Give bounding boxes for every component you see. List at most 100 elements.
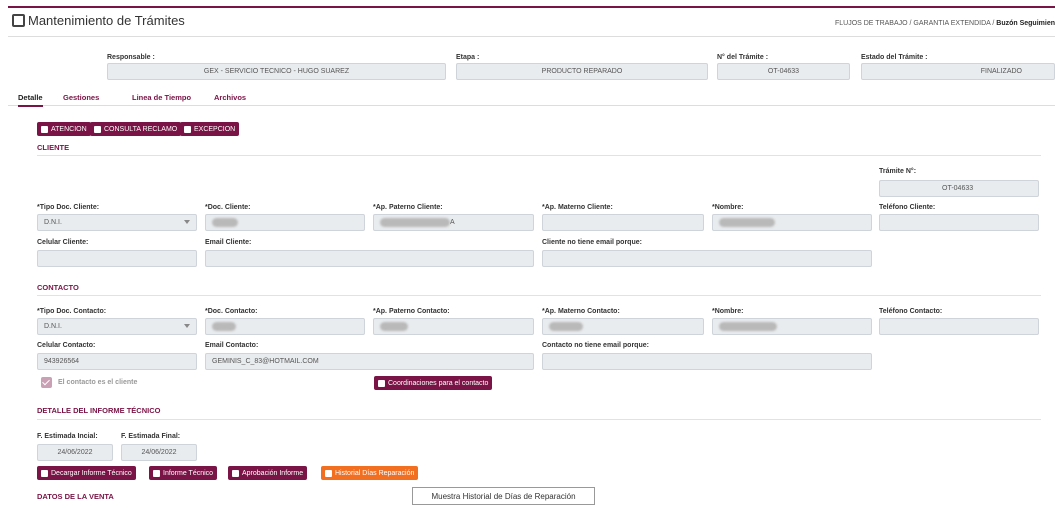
telefono-cliente-label: Teléfono Cliente: bbox=[879, 204, 936, 211]
tipo-doc-cliente-value: D.N.I. bbox=[44, 219, 62, 226]
tab-archivos[interactable]: Archivos bbox=[214, 93, 246, 102]
informe-section-title: DETALLE DEL INFORME TÉCNICO bbox=[37, 406, 161, 415]
cliente-section-title: CLIENTE bbox=[37, 143, 70, 152]
book-icon bbox=[325, 469, 332, 477]
f-final-label: F. Estimada Final: bbox=[121, 433, 181, 440]
redacted-value bbox=[719, 218, 775, 227]
page-title: Mantenimiento de Trámites bbox=[12, 13, 185, 28]
atencion-button[interactable]: ATENCION bbox=[37, 122, 91, 136]
ap-paterno-contacto-label: *Ap. Paterno Contacto: bbox=[373, 308, 450, 315]
descargar-informe-button[interactable]: Decargar Informe Técnico bbox=[37, 466, 136, 480]
aprobacion-informe-label: Aprobación Informe bbox=[242, 469, 304, 477]
redacted-value bbox=[212, 218, 238, 227]
estado-label: Estado del Trámite : bbox=[861, 54, 928, 61]
no-email-contacto-field[interactable] bbox=[542, 353, 872, 370]
email-contacto-field[interactable]: GEMINIS_C_83@HOTMAIL.COM bbox=[205, 353, 534, 370]
clipboard-icon bbox=[184, 125, 191, 133]
eye-icon bbox=[232, 469, 239, 477]
tramite-number-field: OT-04633 bbox=[717, 63, 850, 80]
nombre-contacto-label: *Nombre: bbox=[712, 308, 744, 315]
venta-section-title: DATOS DE LA VENTA bbox=[37, 492, 114, 501]
doc-contacto-field[interactable] bbox=[205, 318, 365, 335]
edit-icon bbox=[12, 14, 25, 27]
tab-linea-de-tiempo[interactable]: Linea de Tiempo bbox=[132, 93, 191, 102]
celular-contacto-label: Celular Contacto: bbox=[37, 342, 96, 349]
divider bbox=[37, 419, 1041, 420]
f-inicial-label: F. Estimada Incial: bbox=[37, 433, 98, 440]
responsable-field: GEX - SERVICIO TECNICO - HUGO SUAREZ bbox=[107, 63, 446, 80]
ap-paterno-cliente-label: *Ap. Paterno Cliente: bbox=[373, 204, 443, 211]
ap-paterno-cliente-field[interactable]: A bbox=[373, 214, 534, 231]
ap-materno-cliente-field[interactable] bbox=[542, 214, 704, 231]
breadcrumb: FLUJOS DE TRABAJO / GARANTIA EXTENDIDA /… bbox=[835, 20, 1055, 27]
summary-bar bbox=[8, 36, 1055, 88]
atencion-label: ATENCION bbox=[51, 125, 87, 133]
tipo-doc-contacto-label: *Tipo Doc. Contacto: bbox=[37, 308, 107, 315]
clipboard-icon bbox=[41, 125, 48, 133]
ap-paterno-suffix: A bbox=[450, 219, 455, 226]
divider bbox=[37, 155, 1041, 156]
redacted-value bbox=[212, 322, 236, 331]
no-email-cliente-field[interactable] bbox=[542, 250, 872, 267]
nombre-cliente-label: *Nombre: bbox=[712, 204, 744, 211]
doc-contacto-label: *Doc. Contacto: bbox=[205, 308, 258, 315]
descargar-informe-label: Decargar Informe Técnico bbox=[51, 469, 132, 477]
celular-cliente-label: Celular Cliente: bbox=[37, 239, 89, 246]
nombre-cliente-field[interactable] bbox=[712, 214, 872, 231]
celular-contacto-field[interactable]: 943926564 bbox=[37, 353, 197, 370]
users-icon bbox=[378, 379, 385, 387]
tipo-doc-cliente-select[interactable]: D.N.I. bbox=[37, 214, 197, 231]
f-inicial-field: 24/06/2022 bbox=[37, 444, 113, 461]
f-final-field: 24/06/2022 bbox=[121, 444, 197, 461]
email-cliente-label: Email Cliente: bbox=[205, 239, 252, 246]
email-contacto-label: Email Contacto: bbox=[205, 342, 259, 349]
nombre-contacto-field[interactable] bbox=[712, 318, 872, 335]
page-header: Mantenimiento de Trámites FLUJOS DE TRAB… bbox=[8, 6, 1055, 34]
breadcrumb-path: FLUJOS DE TRABAJO / GARANTIA EXTENDIDA / bbox=[834, 20, 997, 27]
tab-detalle[interactable]: Detalle bbox=[18, 93, 43, 107]
clipboard-icon bbox=[94, 125, 101, 133]
tipo-doc-contacto-select[interactable]: D.N.I. bbox=[37, 318, 197, 335]
informe-tecnico-label: Informe Técnico bbox=[163, 469, 214, 477]
page-title-text: Mantenimiento de Trámites bbox=[28, 13, 185, 28]
divider bbox=[37, 295, 1041, 296]
tramite-number-label: N° del Trámite : bbox=[717, 54, 769, 61]
tipo-doc-cliente-label: *Tipo Doc. Cliente: bbox=[37, 204, 100, 211]
ap-materno-cliente-label: *Ap. Materno Cliente: bbox=[542, 204, 613, 211]
celular-cliente-field[interactable] bbox=[37, 250, 197, 267]
ap-paterno-contacto-field[interactable] bbox=[373, 318, 534, 335]
contacto-es-cliente-label: El contacto es el cliente bbox=[58, 379, 138, 386]
telefono-contacto-field[interactable] bbox=[879, 318, 1039, 335]
chevron-down-icon bbox=[184, 220, 190, 224]
excepcion-label: EXCEPCION bbox=[194, 125, 236, 133]
informe-tecnico-button[interactable]: Informe Técnico bbox=[149, 466, 218, 480]
etapa-field: PRODUCTO REPARADO bbox=[456, 63, 708, 80]
redacted-value bbox=[380, 218, 450, 227]
historial-dias-button[interactable]: Historial Días Reparación bbox=[321, 466, 419, 480]
historial-dias-label: Historial Días Reparación bbox=[335, 469, 415, 477]
cliente-tramite-label: Trámite N°: bbox=[879, 168, 917, 175]
estado-field: FINALIZADO bbox=[861, 63, 1055, 80]
redacted-value bbox=[719, 322, 777, 331]
excepcion-button[interactable]: EXCEPCION bbox=[180, 122, 240, 136]
email-cliente-field[interactable] bbox=[205, 250, 534, 267]
consulta-reclamo-label: CONSULTA RECLAMO bbox=[104, 125, 178, 133]
ap-materno-contacto-field[interactable] bbox=[542, 318, 704, 335]
ap-materno-contacto-label: *Ap. Materno Contacto: bbox=[542, 308, 620, 315]
no-email-contacto-label: Contacto no tiene email porque: bbox=[542, 342, 649, 349]
no-email-cliente-label: Cliente no tiene email porque: bbox=[542, 239, 642, 246]
coordinaciones-button[interactable]: Coordinaciones para el contacto bbox=[374, 376, 493, 390]
cliente-tramite-field: OT-04633 bbox=[879, 180, 1039, 197]
consulta-reclamo-button[interactable]: CONSULTA RECLAMO bbox=[90, 122, 182, 136]
doc-cliente-field[interactable] bbox=[205, 214, 365, 231]
coordinaciones-label: Coordinaciones para el contacto bbox=[388, 379, 489, 387]
tab-gestiones[interactable]: Gestiones bbox=[63, 93, 99, 102]
file-icon bbox=[41, 469, 48, 477]
telefono-contacto-label: Teléfono Contacto: bbox=[879, 308, 943, 315]
etapa-label: Etapa : bbox=[456, 54, 480, 61]
aprobacion-informe-button[interactable]: Aprobación Informe bbox=[228, 466, 308, 480]
historial-tooltip: Muestra Historial de Días de Reparación bbox=[412, 487, 595, 505]
telefono-cliente-field[interactable] bbox=[879, 214, 1039, 231]
breadcrumb-current: Buzón Seguimien bbox=[996, 20, 1055, 27]
contacto-es-cliente-checkbox[interactable] bbox=[41, 377, 52, 388]
